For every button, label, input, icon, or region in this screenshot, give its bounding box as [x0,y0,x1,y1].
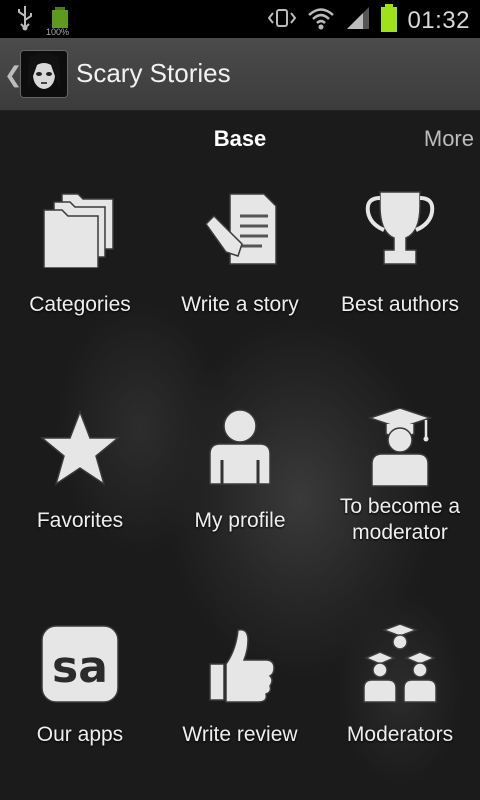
trophy-icon [360,188,440,268]
tab-more[interactable]: More [424,126,474,152]
menu-label: Our apps [36,723,124,746]
menu-label: Write review [182,723,298,746]
wifi-icon [307,6,335,35]
usb-icon [14,4,36,37]
app-title: Scary Stories [76,58,231,88]
menu-item-our-apps[interactable]: sa Our apps [0,608,160,798]
menu-label: To become a moderator [339,495,461,544]
menu-item-best-authors[interactable]: Best authors [320,168,480,368]
folders-icon [40,188,120,269]
tab-base[interactable]: Base [0,126,480,152]
menu-item-become-moderator[interactable]: To become a moderator [320,388,480,588]
app-logo-icon[interactable] [20,50,68,98]
write-story-icon [200,188,280,268]
vibrate-icon [267,7,297,34]
menu-label: Write a story [181,293,299,316]
menu-label: Best authors [341,293,459,316]
menu-item-write-review[interactable]: Write review [160,608,320,798]
moderators-group-icon [360,623,440,704]
menu-item-moderators[interactable]: Moderators [320,608,480,798]
menu-item-categories[interactable]: Categories [0,168,160,368]
menu-item-write-story[interactable]: Write a story [160,168,320,368]
star-icon [39,408,121,488]
thumbs-up-icon [200,624,280,704]
menu-label: My profile [194,509,286,532]
menu-label: Categories [29,293,131,316]
battery-small-percent: 100% [46,26,70,37]
tab-strip: Base More [0,110,480,168]
battery-small-icon: 100% [46,6,70,37]
user-icon [200,408,280,488]
menu-label: Favorites [36,509,124,532]
battery-icon [381,4,398,37]
sa-logo-icon: sa [40,624,120,704]
graduate-icon [360,407,440,488]
signal-icon [345,5,371,36]
svg-text:sa: sa [52,642,108,693]
clock: 01:32 [407,6,470,34]
menu-item-my-profile[interactable]: My profile [160,388,320,588]
menu-item-favorites[interactable]: Favorites [0,388,160,588]
action-bar: ❮ Scary Stories [0,38,480,111]
menu-label: Moderators [346,723,454,746]
status-bar: 100% 01:32 [0,0,480,38]
